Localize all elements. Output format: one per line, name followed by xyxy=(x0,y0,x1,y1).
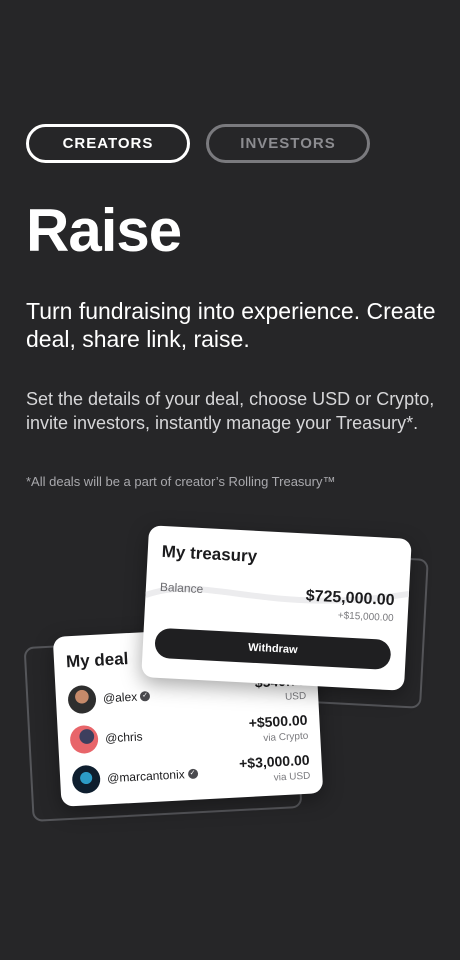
page-description: Set the details of your deal, choose USD… xyxy=(26,389,435,433)
page-title: Raise xyxy=(26,197,182,264)
list-item: @marcantonix ✓ +$3,000.00 via USD xyxy=(71,751,311,798)
list-item: @chris +$500.00 via Crypto xyxy=(69,711,309,758)
investor-handle: @chris xyxy=(105,729,143,745)
payment-method: USD xyxy=(284,690,307,703)
investment-amount: +$500.00 xyxy=(248,711,308,731)
balance-change: +$15,000.00 xyxy=(337,610,394,625)
avatar xyxy=(67,684,97,715)
verified-badge-icon: ✓ xyxy=(187,768,198,780)
balance-label: Balance xyxy=(159,579,204,597)
investor-handle: @alex ✓ xyxy=(103,689,151,705)
avatar xyxy=(71,764,101,795)
avatar xyxy=(69,724,99,755)
my-treasury-card: My treasury Balance $725,000.00 +$15,000… xyxy=(141,525,412,691)
footnote: *All deals will be a part of creator’s R… xyxy=(26,474,336,489)
deal-card-title: My deal xyxy=(65,649,129,672)
handle-text: @marcantonix xyxy=(106,767,186,786)
page-subtitle: Turn fundraising into experience. Create… xyxy=(26,298,436,352)
investment-amount: +$3,000.00 xyxy=(238,751,310,772)
tab-investors[interactable]: INVESTORS xyxy=(206,124,370,163)
withdraw-button[interactable]: Withdraw xyxy=(154,627,392,671)
handle-text: @alex xyxy=(102,689,138,706)
audience-tabs: CREATORS INVESTORS xyxy=(26,124,370,163)
tab-creators[interactable]: CREATORS xyxy=(26,124,190,163)
payment-method: via USD xyxy=(273,770,311,784)
handle-text: @chris xyxy=(104,729,143,746)
treasury-card-title: My treasury xyxy=(161,541,258,566)
verified-badge-icon: ✓ xyxy=(139,690,151,702)
payment-method: via Crypto xyxy=(263,730,309,745)
investor-handle: @marcantonix ✓ xyxy=(106,767,198,786)
